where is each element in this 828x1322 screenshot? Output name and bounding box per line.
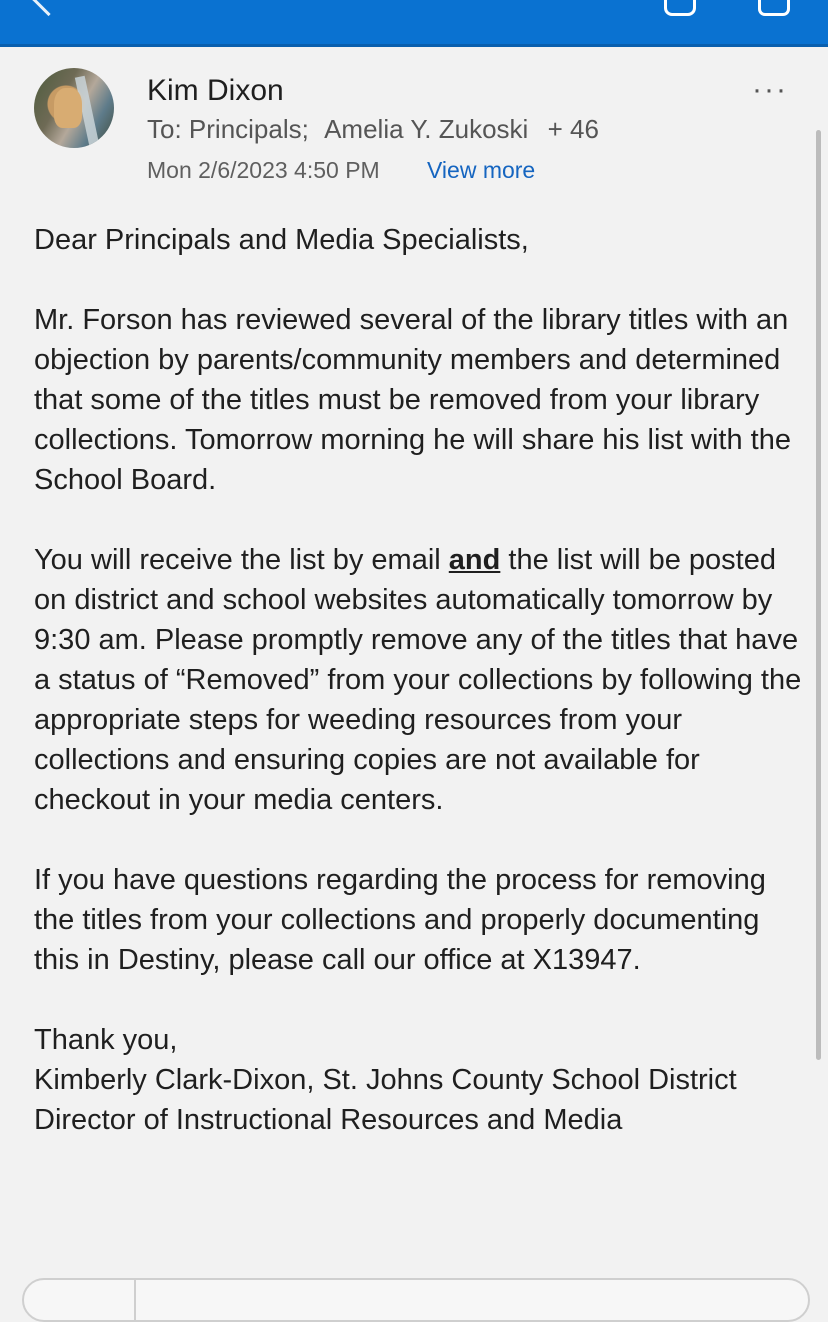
more-options-icon[interactable]: ··· <box>752 75 788 105</box>
sent-date: Mon 2/6/2023 4:50 PM <box>147 157 380 183</box>
greeting: Dear Principals and Media Specialists, <box>34 224 529 256</box>
closing: Thank you, <box>34 1024 178 1056</box>
sender-avatar[interactable] <box>34 68 114 148</box>
signature-title: Director of Instructional Resources and … <box>34 1104 623 1136</box>
para2-part-a: You will receive the list by email <box>34 544 449 576</box>
sender-name[interactable]: Kim Dixon <box>147 74 284 108</box>
recipient-amelia[interactable]: Amelia Y. Zukoski <box>324 114 528 145</box>
scrollbar[interactable] <box>816 130 821 1060</box>
reply-bar-divider <box>134 1280 136 1320</box>
paragraph-2: You will receive the list by email and t… <box>34 540 804 820</box>
recipients-line[interactable]: To: Principals; Amelia Y. Zukoski + 46 <box>147 114 599 145</box>
email-body: Dear Principals and Media Specialists, M… <box>34 220 804 1140</box>
toolbar-action-icon[interactable] <box>664 0 696 16</box>
paragraph-3: If you have questions regarding the proc… <box>34 864 766 976</box>
para2-part-b: the list will be posted on district and … <box>34 544 802 816</box>
to-label: To: <box>147 114 182 144</box>
back-arrow-icon[interactable] <box>30 0 67 17</box>
top-app-bar <box>0 0 828 47</box>
recipient-principals[interactable]: Principals; <box>189 114 309 145</box>
paragraph-1: Mr. Forson has reviewed several of the l… <box>34 304 791 496</box>
more-recipients-count[interactable]: + 46 <box>548 114 599 145</box>
toolbar-action-icon[interactable] <box>758 0 790 16</box>
reply-bar[interactable] <box>22 1278 810 1322</box>
view-more-link[interactable]: View more <box>427 157 535 184</box>
avatar-dog <box>54 88 82 128</box>
signature-name: Kimberly Clark-Dixon, St. Johns County S… <box>34 1064 737 1096</box>
emphasis-and: and <box>448 544 501 576</box>
